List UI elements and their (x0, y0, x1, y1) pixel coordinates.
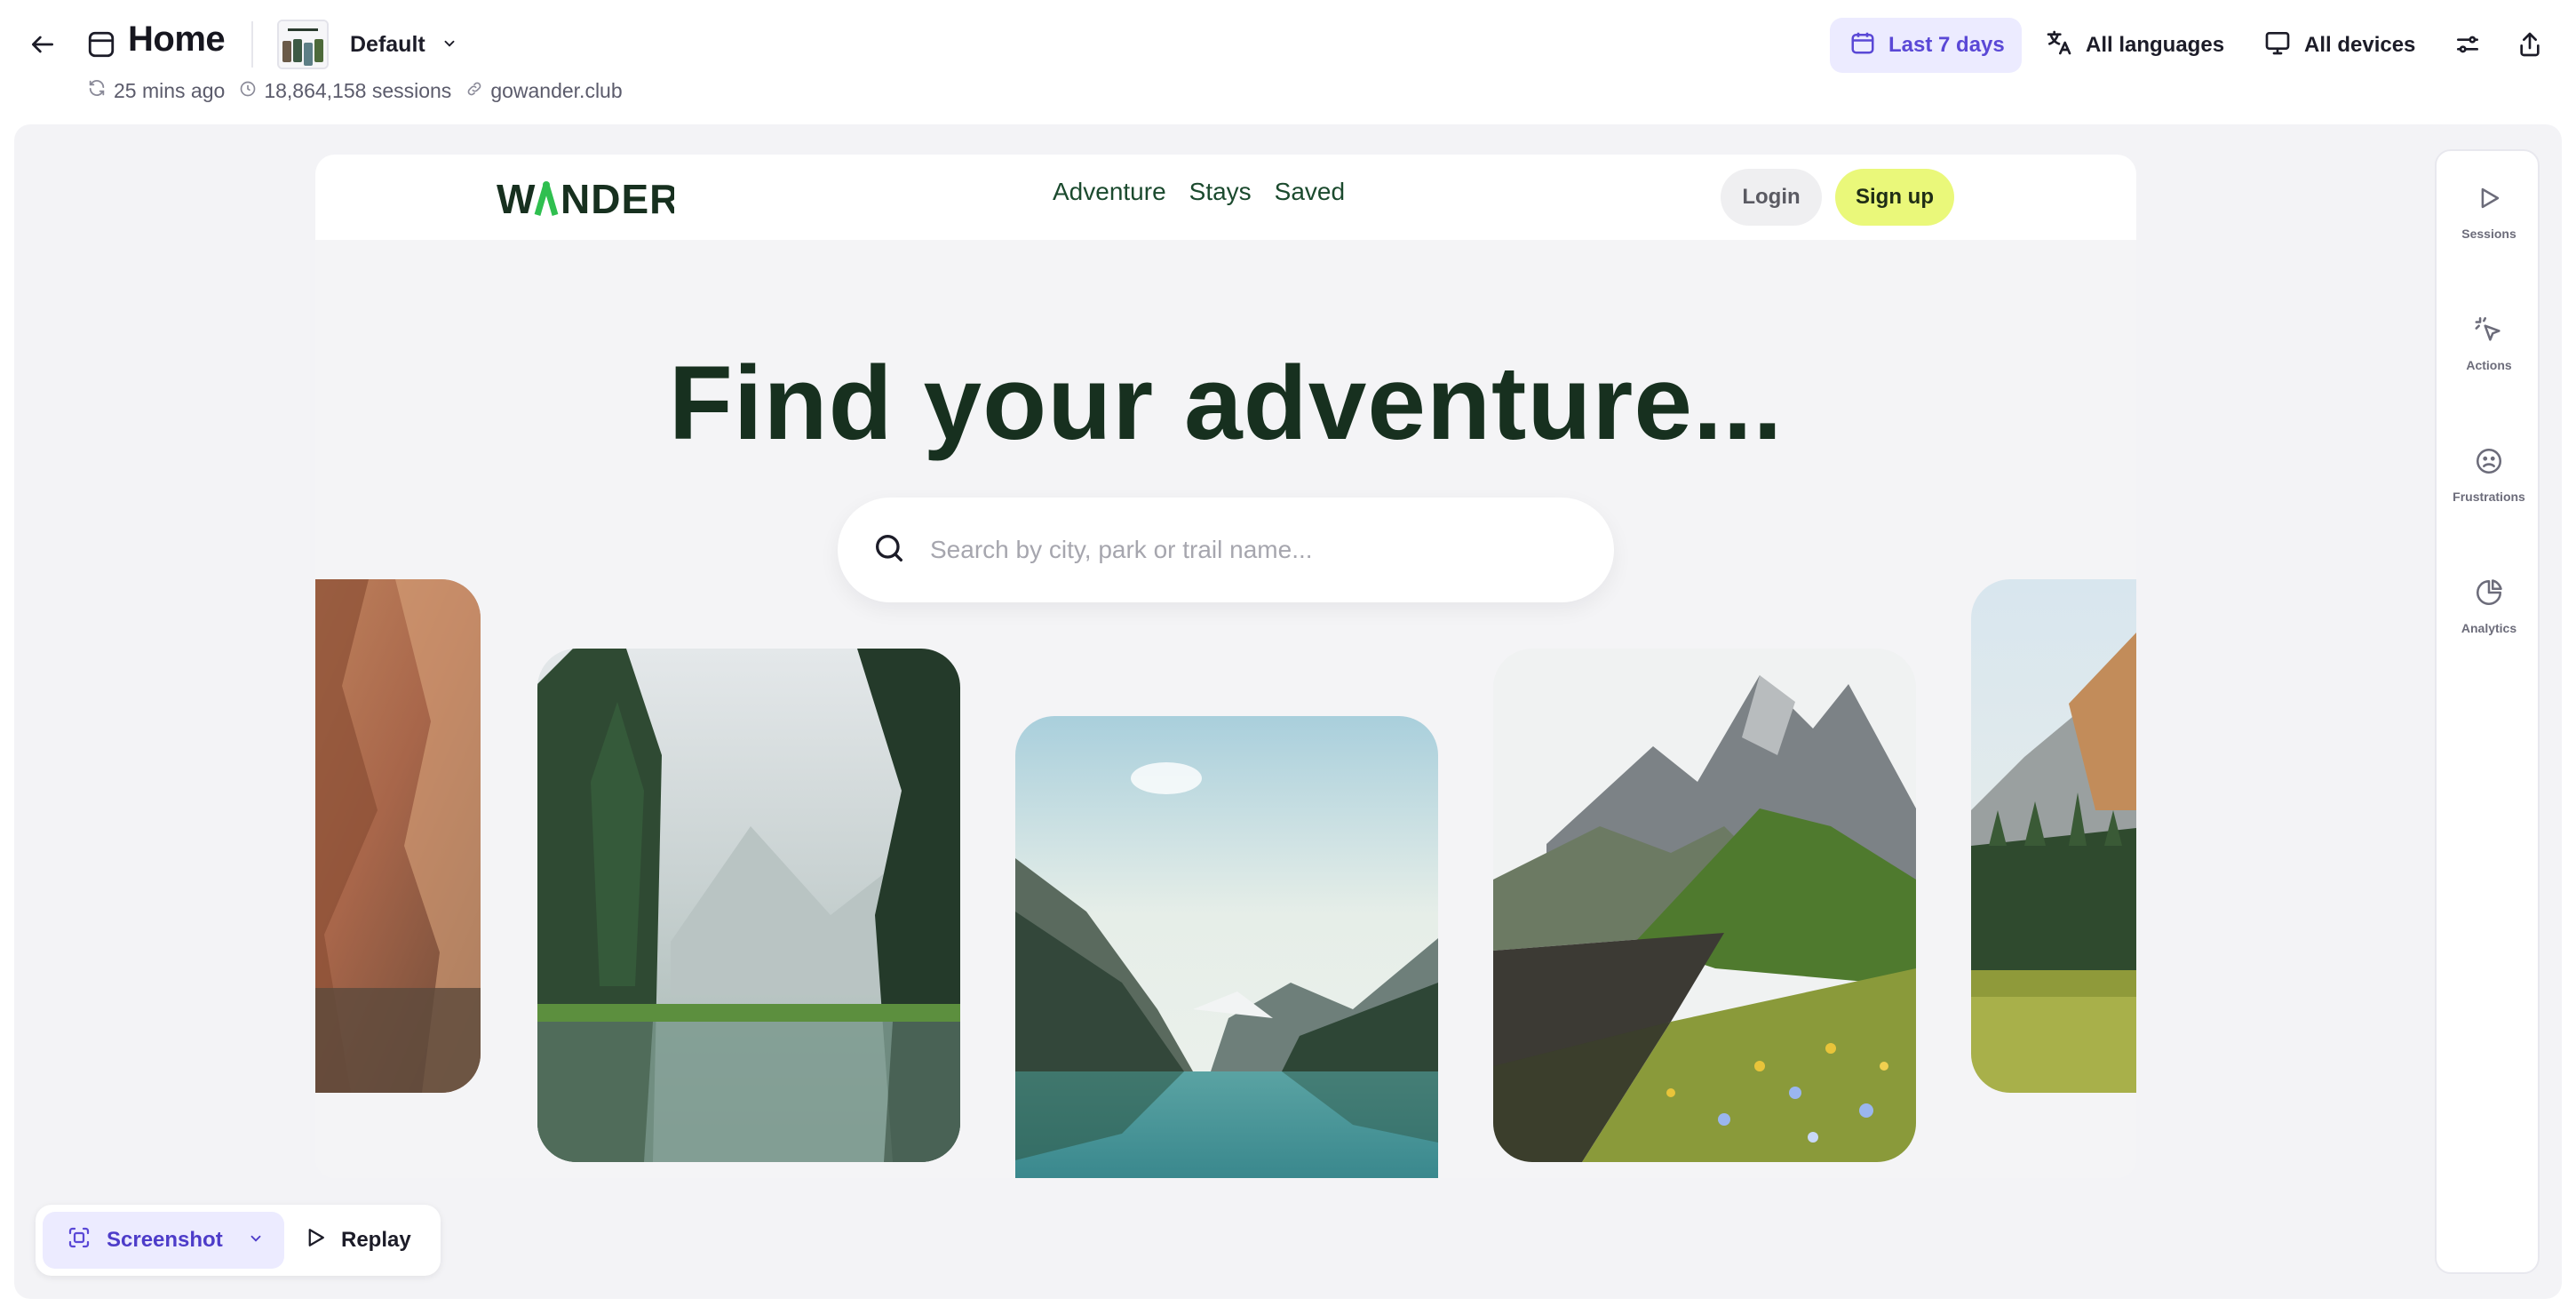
link-icon (465, 79, 483, 103)
valley-image (1971, 579, 2136, 1093)
date-range-button[interactable]: Last 7 days (1830, 18, 2022, 73)
variant-label: Default (350, 31, 425, 57)
page-meta: 25 mins ago 18,864,158 sessions gowander… (87, 78, 623, 103)
domain-link[interactable]: gowander.club (465, 78, 623, 103)
domain-text: gowander.club (490, 78, 623, 102)
last-updated: 25 mins ago (87, 78, 225, 103)
rail-item-actions[interactable]: Actions (2437, 315, 2541, 372)
site-search-input[interactable]: Search by city, park or trail name... (838, 498, 1614, 602)
variant-dropdown[interactable]: Default (350, 27, 457, 62)
play-icon (2474, 183, 2504, 218)
translate-icon (2045, 28, 2073, 63)
site-header: W NDER Adventure Stays Saved Login Sign … (315, 155, 2136, 240)
hero-title: Find your adventure... (668, 345, 1784, 462)
destination-card-mountain-lake[interactable] (1015, 716, 1438, 1178)
clock-icon (239, 79, 257, 103)
refresh-icon (87, 78, 107, 103)
destination-card-forest-lake[interactable] (537, 649, 960, 1162)
monitor-icon (2263, 28, 2292, 63)
view-mode-toolbar: Screenshot Replay (36, 1205, 441, 1276)
chevron-down-icon (441, 32, 457, 58)
rail-label-analytics: Analytics (2461, 621, 2517, 635)
search-placeholder: Search by city, park or trail name... (930, 536, 1313, 563)
destination-card-alpine-meadow[interactable] (1493, 649, 1916, 1162)
header-divider (251, 21, 253, 68)
date-range-label: Last 7 days (1888, 33, 2005, 57)
share-icon[interactable] (2512, 27, 2548, 62)
click-icon (2474, 315, 2504, 349)
search-icon (871, 530, 907, 570)
svg-text:NDER: NDER (561, 176, 674, 220)
rail-label-actions: Actions (2466, 358, 2512, 372)
insights-rail: Sessions Actions Frustrations Analytics (2435, 149, 2540, 1274)
rail-item-analytics[interactable]: Analytics (2437, 577, 2541, 635)
site-nav: Adventure Stays Saved (1053, 178, 1345, 206)
devices-filter-button[interactable]: All devices (2263, 18, 2415, 73)
site-logo[interactable]: W NDER (497, 176, 679, 222)
settings-sliders-icon[interactable] (2450, 27, 2485, 62)
session-count-text: 18,864,158 sessions (264, 78, 452, 102)
canyon-image (315, 579, 481, 1093)
page-thumbnail[interactable] (277, 20, 329, 69)
replay-button[interactable]: Replay (302, 1212, 411, 1269)
rail-item-frustrations[interactable]: Frustrations (2437, 446, 2541, 504)
top-bar: Home Default 25 mins ago 18,864,158 sess… (0, 0, 2576, 102)
screenshot-mode-dropdown[interactable]: Screenshot (43, 1212, 284, 1269)
nav-saved[interactable]: Saved (1275, 178, 1345, 206)
mountain-lake-image (1015, 716, 1438, 1178)
signup-button[interactable]: Sign up (1835, 169, 1954, 226)
nav-adventure[interactable]: Adventure (1053, 178, 1166, 206)
site-preview: W NDER Adventure Stays Saved Login Sign … (315, 155, 2136, 1178)
rail-item-sessions[interactable]: Sessions (2437, 183, 2541, 241)
alpine-meadow-image (1493, 649, 1916, 1162)
svg-text:W: W (497, 176, 536, 220)
forest-lake-image (537, 649, 960, 1162)
replay-label: Replay (341, 1228, 411, 1252)
destination-card-canyon[interactable] (315, 579, 481, 1093)
pie-chart-icon (2474, 577, 2504, 612)
login-button[interactable]: Login (1721, 169, 1822, 226)
languages-filter-button[interactable]: All languages (2045, 18, 2224, 73)
page-icon (83, 27, 119, 62)
frown-icon (2474, 446, 2504, 481)
calendar-icon (1849, 29, 1876, 62)
devices-label: All devices (2304, 33, 2416, 57)
destination-card-valley[interactable] (1971, 579, 2136, 1093)
last-updated-text: 25 mins ago (114, 78, 226, 102)
screenshot-icon (66, 1224, 92, 1257)
back-arrow-icon[interactable] (25, 27, 60, 62)
nav-stays[interactable]: Stays (1189, 178, 1252, 206)
screenshot-label: Screenshot (107, 1228, 223, 1252)
rail-label-frustrations: Frustrations (2453, 490, 2525, 504)
page-title: Home (128, 20, 226, 59)
chevron-down-icon (248, 1228, 264, 1253)
languages-label: All languages (2086, 33, 2225, 57)
rail-label-sessions: Sessions (2461, 227, 2516, 241)
play-icon (302, 1224, 329, 1257)
session-count: 18,864,158 sessions (239, 79, 451, 103)
